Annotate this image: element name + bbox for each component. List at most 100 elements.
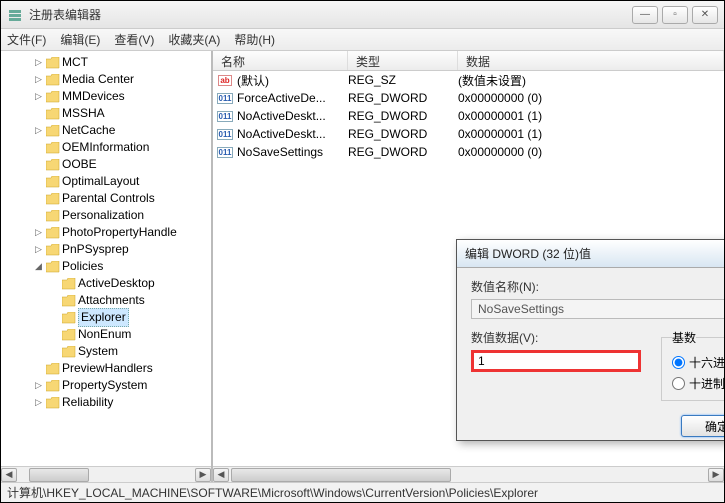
radix-hex-radio[interactable] <box>672 356 685 369</box>
expand-toggle-icon[interactable]: ▷ <box>33 244 44 255</box>
close-button[interactable]: ✕ <box>692 6 718 24</box>
col-type[interactable]: 类型 <box>348 51 458 70</box>
tree[interactable]: ▷MCT▷Media Center▷MMDevicesMSSHA▷NetCach… <box>1 51 211 466</box>
folder-icon <box>46 159 60 171</box>
menubar: 文件(F) 编辑(E) 查看(V) 收藏夹(A) 帮助(H) <box>1 29 724 51</box>
expand-toggle-icon[interactable]: ▷ <box>33 125 44 136</box>
status-path: 计算机\HKEY_LOCAL_MACHINE\SOFTWARE\Microsof… <box>7 484 538 501</box>
col-name[interactable]: 名称 <box>213 51 348 70</box>
value-row[interactable]: ab(默认)REG_SZ(数值未设置) <box>213 71 724 89</box>
toggle-spacer <box>49 312 60 323</box>
toggle-spacer <box>49 346 60 357</box>
registry-editor-window: 注册表编辑器 — ▫ ✕ 文件(F) 编辑(E) 查看(V) 收藏夹(A) 帮助… <box>0 0 725 503</box>
value-type: REG_DWORD <box>348 109 458 123</box>
tree-item-mssha[interactable]: MSSHA <box>5 105 211 122</box>
radix-hex-option[interactable]: 十六进制(H) <box>672 354 724 371</box>
toggle-spacer <box>49 295 60 306</box>
expand-toggle-icon[interactable]: ◢ <box>33 261 44 272</box>
dialog-title: 编辑 DWORD (32 位)值 <box>465 245 724 262</box>
tree-item-system[interactable]: System <box>5 343 211 360</box>
scroll-thumb[interactable] <box>231 468 451 482</box>
menu-view[interactable]: 查看(V) <box>114 31 154 48</box>
folder-icon <box>62 312 76 324</box>
tree-item-activedesktop[interactable]: ActiveDesktop <box>5 275 211 292</box>
menu-favorites[interactable]: 收藏夹(A) <box>168 31 220 48</box>
tree-item-label: Policies <box>62 258 103 275</box>
tree-item-label: NetCache <box>62 122 115 139</box>
tree-item-label: NonEnum <box>78 326 131 343</box>
titlebar: 注册表编辑器 — ▫ ✕ <box>1 1 724 29</box>
value-data-label: 数值数据(V): <box>471 329 641 346</box>
radix-dec-radio[interactable] <box>672 377 685 390</box>
app-icon <box>7 7 23 23</box>
toggle-spacer <box>33 193 44 204</box>
tree-item-reliability[interactable]: ▷ Reliability <box>5 394 211 411</box>
expand-toggle-icon[interactable]: ▷ <box>33 74 44 85</box>
ok-button[interactable]: 确定 <box>681 415 724 437</box>
expand-toggle-icon[interactable]: ▷ <box>33 397 44 408</box>
radix-hex-label: 十六进制(H) <box>689 354 724 371</box>
folder-icon <box>46 125 60 137</box>
dword-value-icon: 011 <box>217 145 233 159</box>
expand-toggle-icon[interactable]: ▷ <box>33 380 44 391</box>
tree-item-parental-controls[interactable]: Parental Controls <box>5 190 211 207</box>
scroll-left-icon[interactable]: ◀ <box>1 468 17 482</box>
value-row[interactable]: 011NoActiveDeskt...REG_DWORD0x00000001 (… <box>213 125 724 143</box>
values-pane: 名称 类型 数据 ab(默认)REG_SZ(数值未设置)011ForceActi… <box>213 51 724 482</box>
tree-item-explorer[interactable]: Explorer <box>5 309 211 326</box>
menu-help[interactable]: 帮助(H) <box>234 31 275 48</box>
tree-item-label: Attachments <box>78 292 145 309</box>
col-data[interactable]: 数据 <box>458 51 724 70</box>
string-value-icon: ab <box>217 73 233 87</box>
edit-dword-dialog: 编辑 DWORD (32 位)值 ✕ 数值名称(N): NoSaveSettin… <box>456 239 724 441</box>
tree-item-pnpsysprep[interactable]: ▷PnPSysprep <box>5 241 211 258</box>
tree-item-label: MMDevices <box>62 88 125 105</box>
tree-item-attachments[interactable]: Attachments <box>5 292 211 309</box>
value-data: 0x00000000 (0) <box>458 91 720 105</box>
tree-hscrollbar[interactable]: ◀ ▶ <box>1 466 211 482</box>
tree-item-policies[interactable]: ◢ Policies <box>5 258 211 275</box>
folder-icon <box>46 108 60 120</box>
tree-item-optimallayout[interactable]: OptimalLayout <box>5 173 211 190</box>
list-header: 名称 类型 数据 <box>213 51 724 71</box>
expand-toggle-icon[interactable]: ▷ <box>33 227 44 238</box>
tree-item-netcache[interactable]: ▷ NetCache <box>5 122 211 139</box>
value-name: ForceActiveDe... <box>237 91 326 105</box>
tree-item-oeminformation[interactable]: OEMInformation <box>5 139 211 156</box>
scroll-thumb[interactable] <box>29 468 89 482</box>
value-type: REG_SZ <box>348 73 458 87</box>
radix-dec-option[interactable]: 十进制(D) <box>672 375 724 392</box>
expand-toggle-icon[interactable]: ▷ <box>33 57 44 68</box>
value-data: 0x00000000 (0) <box>458 145 720 159</box>
scroll-right-icon[interactable]: ▶ <box>195 468 211 482</box>
tree-item-mct[interactable]: ▷MCT <box>5 54 211 71</box>
tree-item-label: OEMInformation <box>62 139 149 156</box>
tree-item-media-center[interactable]: ▷Media Center <box>5 71 211 88</box>
toggle-spacer <box>49 329 60 340</box>
value-name-display: NoSaveSettings <box>471 299 724 319</box>
tree-item-nonenum[interactable]: NonEnum <box>5 326 211 343</box>
maximize-button[interactable]: ▫ <box>662 6 688 24</box>
tree-item-mmdevices[interactable]: ▷ MMDevices <box>5 88 211 105</box>
tree-item-personalization[interactable]: Personalization <box>5 207 211 224</box>
tree-pane: ▷MCT▷Media Center▷MMDevicesMSSHA▷NetCach… <box>1 51 213 482</box>
minimize-button[interactable]: — <box>632 6 658 24</box>
value-row[interactable]: 011ForceActiveDe...REG_DWORD0x00000000 (… <box>213 89 724 107</box>
expand-toggle-icon[interactable]: ▷ <box>33 91 44 102</box>
value-data-input[interactable] <box>471 350 641 372</box>
folder-icon <box>46 142 60 154</box>
tree-item-photopropertyhandle[interactable]: ▷PhotoPropertyHandle <box>5 224 211 241</box>
toggle-spacer <box>33 108 44 119</box>
menu-file[interactable]: 文件(F) <box>7 31 46 48</box>
scroll-left-icon[interactable]: ◀ <box>213 468 229 482</box>
toggle-spacer <box>33 176 44 187</box>
value-row[interactable]: 011NoSaveSettingsREG_DWORD0x00000000 (0) <box>213 143 724 161</box>
menu-edit[interactable]: 编辑(E) <box>60 31 100 48</box>
tree-item-oobe[interactable]: OOBE <box>5 156 211 173</box>
value-row[interactable]: 011NoActiveDeskt...REG_DWORD0x00000001 (… <box>213 107 724 125</box>
values-hscrollbar[interactable]: ◀ ▶ <box>213 466 724 482</box>
scroll-right-icon[interactable]: ▶ <box>708 468 724 482</box>
tree-item-label: Reliability <box>62 394 113 411</box>
tree-item-previewhandlers[interactable]: PreviewHandlers <box>5 360 211 377</box>
tree-item-propertysystem[interactable]: ▷PropertySystem <box>5 377 211 394</box>
